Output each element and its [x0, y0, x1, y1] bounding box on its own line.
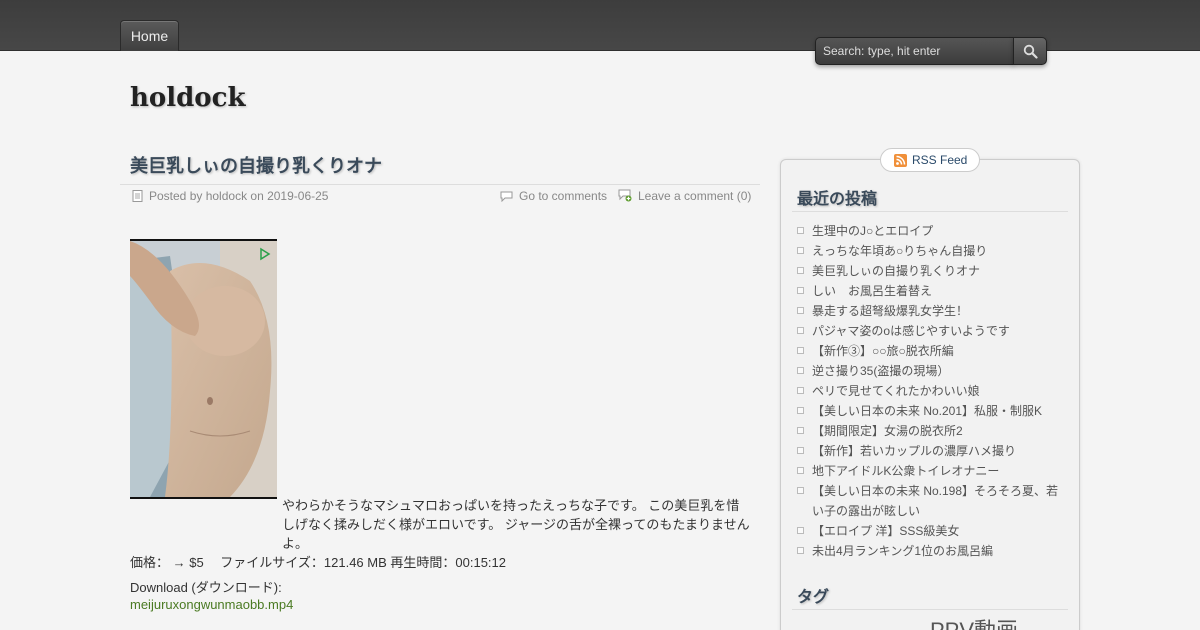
nav-home-tab[interactable]: Home [120, 20, 179, 51]
document-icon [132, 190, 143, 202]
list-bullet-icon [797, 307, 804, 314]
recent-post-item[interactable]: 暴走する超弩級爆乳女学生！ [796, 301, 1064, 321]
post-photo-graphic [130, 241, 277, 497]
recent-post-item[interactable]: 【新作】若いカップルの濃厚ハメ撮り [796, 441, 1064, 461]
list-bullet-icon [797, 227, 804, 234]
rss-feed-link[interactable]: RSS Feed [880, 148, 980, 172]
list-bullet-icon [797, 487, 804, 494]
list-bullet-icon [797, 287, 804, 294]
recent-post-label[interactable]: 【美しい日本の未来 No.201】私服・制服K [812, 404, 1042, 418]
list-bullet-icon [797, 327, 804, 334]
recent-post-item[interactable]: しい お風呂生着替え [796, 281, 1064, 301]
list-bullet-icon [797, 547, 804, 554]
recent-post-label[interactable]: 【新作】若いカップルの濃厚ハメ撮り [812, 444, 1016, 458]
recent-post-item[interactable]: 逆さ撮り35(盗撮の現場） [796, 361, 1064, 381]
recent-post-label[interactable]: 【新作③】○○旅○脱衣所編 [812, 344, 954, 358]
download-label: Download (ダウンロード): [130, 580, 282, 595]
recent-post-item[interactable]: 【美しい日本の未来 No.201】私服・制服K [796, 401, 1064, 421]
list-bullet-icon [797, 387, 804, 394]
recent-posts-list: 生理中のJ○とエロイプえっちな年頃あ○りちゃん自撮り 美巨乳しぃの自撮り乳くりオナ… [796, 221, 1064, 561]
post-body-price-info: 価格： → $5 ファイルサイズ：121.46 MB 再生時間：00:15:12 [130, 555, 506, 570]
post-meta-text[interactable]: Posted by holdock on 2019-06-25 [149, 189, 328, 203]
recent-posts-divider [792, 211, 1068, 212]
go-to-comments-label[interactable]: Go to comments [519, 189, 607, 203]
add-comment-icon [618, 189, 632, 202]
post-body-description: やわらかそうなマシュマロおっぱいを持ったえっちな子です。 この美巨乳を惜しげなく… [282, 498, 750, 551]
recent-post-item[interactable]: 美巨乳しぃの自撮り乳くりオナ [796, 261, 1064, 281]
tags-title: タグ [797, 587, 830, 606]
leave-comment-link[interactable]: Leave a comment (0) [618, 189, 751, 203]
go-to-comments-link[interactable]: Go to comments [500, 189, 607, 203]
recent-post-label[interactable]: 【期間限定】女湯の脱衣所2 [812, 424, 963, 438]
post-title-divider [120, 184, 760, 185]
tags-divider [792, 609, 1068, 610]
list-bullet-icon [797, 347, 804, 354]
tag-cloud-item[interactable]: PPV動画 [930, 620, 1018, 630]
leave-comment-label[interactable]: Leave a comment (0) [638, 189, 751, 203]
list-bullet-icon [797, 427, 804, 434]
site-title[interactable]: holdock [130, 83, 246, 113]
recent-post-label[interactable]: パジャマ姿のoは感じやすいようです [812, 324, 1010, 338]
recent-post-item[interactable]: ペリで見せてくれたかわいい娘 [796, 381, 1064, 401]
recent-post-label[interactable]: 未出4月ランキング1位のお風呂編 [812, 544, 993, 558]
search-icon [1023, 44, 1038, 59]
recent-post-label[interactable]: 地下アイドルK公衆トイレオナニー [812, 464, 999, 478]
recent-post-label[interactable]: 【エロイプ 洋】SSS級美女 [812, 524, 959, 538]
list-bullet-icon [797, 447, 804, 454]
recent-post-label[interactable]: しい お風呂生着替え [812, 284, 932, 298]
recent-post-label[interactable]: ペリで見せてくれたかわいい娘 [812, 384, 980, 398]
download-link[interactable]: meijuruxongwunmaobb.mp4 [130, 597, 293, 612]
post-body: やわらかそうなマシュマロおっぱいを持ったえっちな子です。 この美巨乳を惜しげなく… [130, 496, 750, 572]
recent-post-item[interactable]: 【期間限定】女湯の脱衣所2 [796, 421, 1064, 441]
recent-post-item[interactable]: 生理中のJ○とエロイプ [796, 221, 1064, 241]
recent-post-label[interactable]: 【美しい日本の未来 No.198】そろそろ夏、若い子の露出が眩しい [812, 484, 1058, 518]
recent-post-item[interactable]: 地下アイドルK公衆トイレオナニー [796, 461, 1064, 481]
recent-posts-title: 最近の投稿 [797, 189, 878, 208]
recent-post-label[interactable]: 暴走する超弩級爆乳女学生！ [812, 304, 968, 318]
list-bullet-icon [797, 367, 804, 374]
list-bullet-icon [797, 467, 804, 474]
rss-feed-label[interactable]: RSS Feed [912, 153, 967, 167]
recent-post-item[interactable]: パジャマ姿のoは感じやすいようです [796, 321, 1064, 341]
rss-icon [894, 154, 907, 167]
search-button[interactable] [1013, 37, 1047, 65]
recent-post-label[interactable]: 生理中のJ○とエロイプ [812, 224, 933, 238]
search-input[interactable] [815, 37, 1014, 65]
recent-post-item[interactable]: えっちな年頃あ○りちゃん自撮り [796, 241, 1064, 261]
recent-post-item[interactable]: 【新作③】○○旅○脱衣所編 [796, 341, 1064, 361]
list-bullet-icon [797, 267, 804, 274]
list-bullet-icon [797, 527, 804, 534]
recent-post-item[interactable]: 【美しい日本の未来 No.198】そろそろ夏、若い子の露出が眩しい [796, 481, 1064, 521]
post-image[interactable] [130, 239, 277, 499]
recent-post-item[interactable]: 【エロイプ 洋】SSS級美女 [796, 521, 1064, 541]
list-bullet-icon [797, 247, 804, 254]
recent-post-item[interactable]: 未出4月ランキング1位のお風呂編 [796, 541, 1064, 561]
search-form [815, 37, 1047, 65]
recent-post-label[interactable]: えっちな年頃あ○りちゃん自撮り [812, 244, 987, 258]
speech-bubble-icon [500, 191, 513, 202]
post-meta-author-date: Posted by holdock on 2019-06-25 [132, 189, 328, 203]
post-title[interactable]: 美巨乳しぃの自撮り乳くりオナ [130, 152, 382, 178]
list-bullet-icon [797, 407, 804, 414]
recent-post-label[interactable]: 美巨乳しぃの自撮り乳くりオナ [812, 264, 980, 278]
recent-post-label[interactable]: 逆さ撮り35(盗撮の現場） [812, 364, 949, 378]
